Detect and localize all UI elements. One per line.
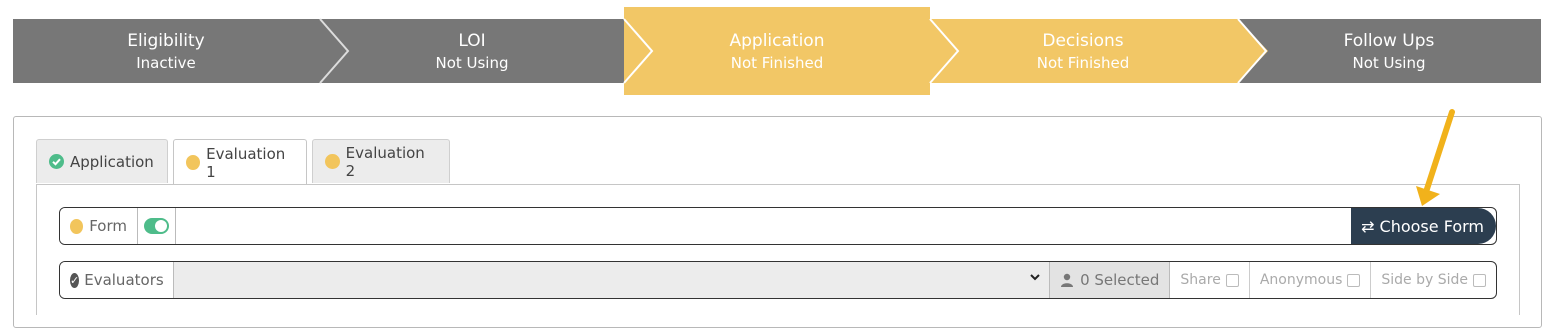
step-title: Follow Ups bbox=[1343, 31, 1435, 51]
chevron-down-icon bbox=[1029, 271, 1041, 287]
share-checkbox[interactable] bbox=[1225, 273, 1239, 287]
step-title: Application bbox=[729, 31, 825, 51]
step-follow-ups[interactable]: Follow Ups Not Using bbox=[1274, 30, 1504, 74]
share-label: Share bbox=[1180, 272, 1221, 288]
side-by-side-checkbox[interactable] bbox=[1473, 273, 1486, 287]
step-eligibility[interactable]: Eligibility Inactive bbox=[51, 30, 281, 74]
form-label: Form bbox=[89, 217, 127, 235]
step-title: Decisions bbox=[1042, 31, 1124, 51]
step-title: LOI bbox=[458, 31, 486, 51]
step-status: Not Finished bbox=[1036, 54, 1130, 72]
choose-form-button[interactable]: ⇄ Choose Form bbox=[1351, 208, 1496, 244]
side-by-side-option[interactable]: Side by Side bbox=[1371, 262, 1496, 298]
anonymous-option[interactable]: Anonymous bbox=[1250, 262, 1372, 298]
user-icon bbox=[1061, 273, 1074, 287]
step-decisions[interactable]: Decisions Not Finished bbox=[968, 30, 1198, 74]
anonymous-label: Anonymous bbox=[1259, 272, 1343, 288]
check-circle-icon: ✓ bbox=[70, 272, 80, 288]
step-application[interactable]: Application Not Finished bbox=[662, 30, 892, 74]
form-row: Form ⇄ Choose Form bbox=[59, 207, 1497, 245]
step-title: Eligibility bbox=[127, 31, 205, 51]
step-status: Not Finished bbox=[730, 54, 824, 72]
anonymous-checkbox[interactable] bbox=[1347, 273, 1361, 287]
tab-evaluation-1[interactable]: Evaluation 1 bbox=[173, 139, 307, 185]
step-loi[interactable]: LOI Not Using bbox=[357, 30, 587, 74]
workflow-stepper: Eligibility Inactive LOI Not Using Appli… bbox=[0, 0, 1554, 100]
tab-label: Evaluation 1 bbox=[206, 144, 286, 181]
evaluators-label-addon: ✓ Evaluators bbox=[60, 262, 174, 298]
tab-label: Application bbox=[70, 152, 154, 171]
evaluators-row: ✓ Evaluators 0 Selected Share Anonymous … bbox=[59, 261, 1497, 299]
swap-arrows-icon: ⇄ bbox=[1361, 216, 1375, 236]
choose-form-label: Choose Form bbox=[1379, 216, 1484, 236]
form-toggle[interactable] bbox=[144, 218, 169, 234]
status-dot-icon bbox=[70, 218, 84, 234]
step-status: Not Using bbox=[435, 54, 509, 72]
evaluators-select[interactable] bbox=[174, 262, 1051, 298]
share-option[interactable]: Share bbox=[1170, 262, 1250, 298]
tab-application[interactable]: Application bbox=[36, 139, 168, 183]
check-circle-icon bbox=[49, 154, 64, 169]
form-input[interactable] bbox=[176, 208, 1352, 244]
evaluators-label: Evaluators bbox=[84, 271, 164, 289]
step-status: Not Using bbox=[1352, 54, 1426, 72]
status-dot-icon bbox=[325, 154, 340, 169]
status-dot-icon bbox=[186, 155, 201, 170]
selected-count-label: 0 Selected bbox=[1080, 271, 1160, 289]
step-status: Inactive bbox=[136, 54, 196, 72]
annotation-arrow-icon bbox=[1416, 109, 1455, 206]
tab-evaluation-2[interactable]: Evaluation 2 bbox=[312, 139, 450, 183]
form-label-addon: Form bbox=[60, 208, 138, 244]
tab-label: Evaluation 2 bbox=[345, 143, 425, 180]
selected-count: 0 Selected bbox=[1050, 262, 1171, 298]
form-toggle-addon[interactable] bbox=[138, 208, 176, 244]
side-by-side-label: Side by Side bbox=[1381, 272, 1468, 288]
